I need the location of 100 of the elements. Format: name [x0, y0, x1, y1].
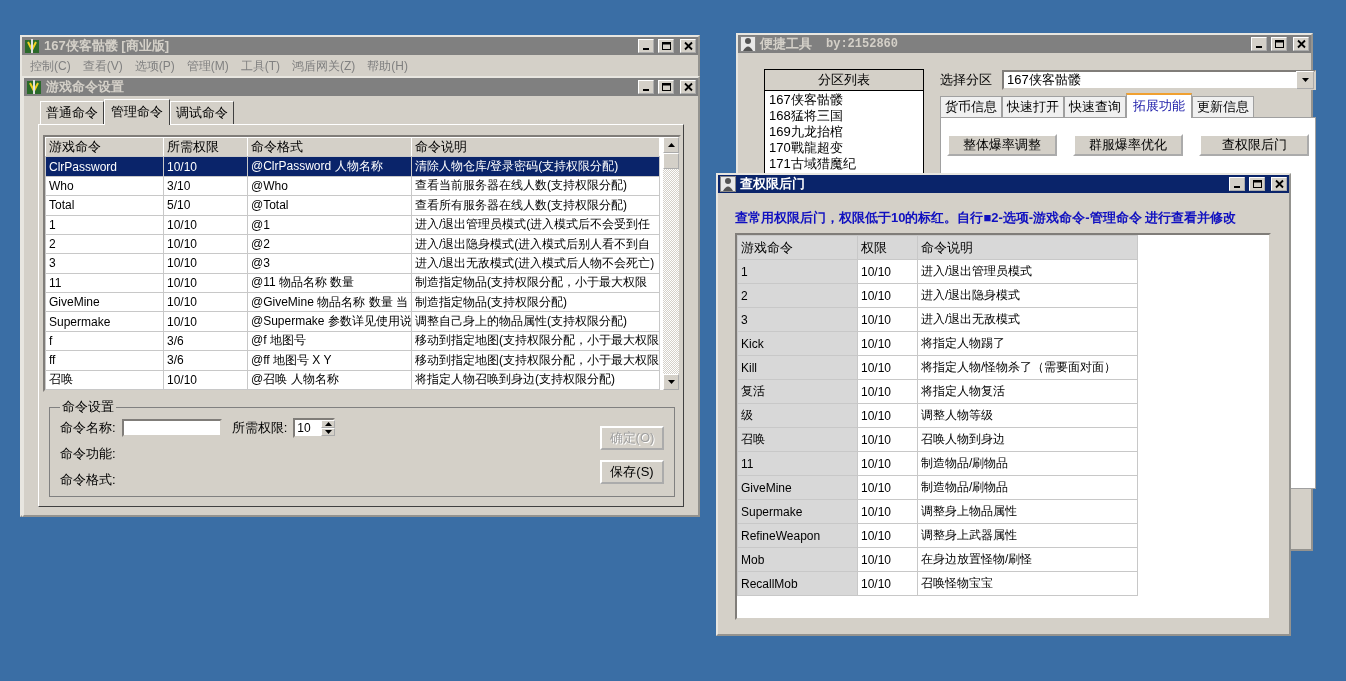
maximize-icon [1273, 39, 1285, 49]
table-row[interactable]: Total 5/10 @Total 查看所有服务器在线人数(支持权限分配) [45, 195, 660, 215]
up-arrow-icon [667, 143, 675, 147]
table-cell: 制造物品/刷物品 [917, 451, 1138, 476]
table-cell: 进入/退出管理员模式(进入模式后不会受到任 [411, 215, 660, 235]
tab[interactable]: 快速查询 [1064, 96, 1126, 117]
scroll-up-button[interactable] [663, 137, 679, 153]
input-field[interactable] [121, 419, 222, 437]
table-cell: 将指定人物召唤到身边(支持权限分配) [411, 370, 660, 390]
tab[interactable]: 管理命令 [104, 99, 170, 125]
tab[interactable]: 快速打开 [1002, 96, 1064, 117]
down-arrow-icon [667, 380, 675, 384]
window-title: 游戏命令设置 [46, 78, 124, 96]
scroll-down-button[interactable] [663, 374, 679, 390]
table-cell: Who [45, 176, 164, 196]
list-item[interactable]: 170戰龍超变 [765, 139, 923, 155]
tab[interactable]: 更新信息 [1192, 96, 1254, 117]
close-button[interactable] [1271, 177, 1287, 191]
action-button[interactable]: 整体爆率调整 [947, 134, 1057, 156]
table-cell: 10/10 [857, 259, 918, 284]
table-cell: 11 [45, 273, 164, 293]
table-cell: 1 [737, 259, 858, 284]
table-row[interactable]: ClrPassword 10/10 @ClrPassword 人物名称 清除人物仓库/登录密码(支持权限分配) [45, 156, 660, 177]
table-row[interactable]: f 3/6 @f 地图号 移动到指定地图(支持权限分配，小于最大权限 [45, 331, 660, 351]
maximize-icon [1251, 179, 1263, 189]
maximize-button[interactable] [658, 39, 674, 53]
table-cell: Total [45, 195, 164, 215]
table-cell: @1 [247, 215, 412, 235]
tab[interactable]: 调试命令 [170, 101, 234, 124]
table-row[interactable]: ff 3/6 @ff 地图号 X Y 移动到指定地图(支持权限分配，小于最大权限 [45, 350, 660, 370]
table-cell: 召唤怪物宝宝 [917, 571, 1138, 596]
table-cell: 召唤 [45, 370, 164, 390]
table-row[interactable]: 3 10/10 @3 进入/退出无敌模式(进入模式后人物不会死亡) [45, 253, 660, 274]
window-subtitle: by:2152860 [826, 37, 898, 51]
level-input-field[interactable]: 10 [295, 420, 322, 436]
list-item[interactable]: 167侠客骷髅 [765, 91, 923, 107]
table-row[interactable]: 召唤 10/10 @召唤 人物名称 将指定人物召唤到身边(支持权限分配) [45, 370, 660, 390]
table-row[interactable]: 2 10/10 @2 进入/退出隐身模式(进入模式后别人看不到自 [45, 234, 660, 254]
column-header[interactable]: 命令格式 [247, 137, 412, 157]
table-cell: 10/10 [857, 499, 918, 524]
tab[interactable]: 普通命令 [40, 101, 104, 124]
list-item[interactable]: 171古域猎魔纪 [765, 155, 923, 171]
table-cell: ff [45, 350, 164, 370]
table-cell: @GiveMine 物品名称 数量 当 [247, 292, 412, 312]
field-label: 命令格式: [60, 471, 116, 489]
spin-down-button[interactable] [321, 428, 336, 436]
table-row[interactable]: GiveMine 10/10 @GiveMine 物品名称 数量 当 制造指定物品(支持权限分配) [45, 292, 660, 312]
table-cell: 10/10 [163, 156, 248, 177]
table-row[interactable]: Who 3/10 @Who 查看当前服务器在线人数(支持权限分配) [45, 176, 660, 196]
maximize-button[interactable] [658, 80, 674, 94]
table-cell: 调整身上武器属性 [917, 523, 1138, 548]
column-header[interactable]: 游戏命令 [45, 137, 164, 157]
column-header[interactable]: 游戏命令 [737, 235, 858, 260]
table-cell: 将指定人物/怪物杀了（需要面对面） [917, 355, 1138, 380]
partition-dropdown[interactable]: 167侠客骷髅 [1002, 70, 1316, 90]
scrollbar-thumb[interactable] [663, 153, 679, 169]
table-cell: 10/10 [163, 253, 248, 274]
table-row[interactable]: 11 10/10 @11 物品名称 数量 制造指定物品(支持权限分配，小于最大权限 [45, 273, 660, 293]
up-arrow-icon [324, 422, 332, 426]
maximize-button[interactable] [1249, 177, 1265, 191]
table-cell: 10/10 [857, 283, 918, 308]
table-cell: ClrPassword [45, 156, 164, 177]
tab[interactable]: 拓展功能 [1126, 93, 1192, 118]
tab[interactable]: 货币信息 [940, 96, 1002, 117]
close-button[interactable] [1293, 37, 1309, 51]
table-cell: 3 [45, 253, 164, 274]
minimize-button[interactable] [638, 80, 654, 94]
close-icon [682, 82, 694, 92]
table-cell: 进入/退出隐身模式 [917, 283, 1138, 308]
column-header[interactable]: 命令说明 [917, 235, 1138, 260]
column-header[interactable]: 权限 [857, 235, 918, 260]
minimize-icon [1234, 186, 1240, 188]
minimize-button[interactable] [638, 39, 654, 53]
list-item[interactable]: 169九龙抬棺 [765, 123, 923, 139]
action-button[interactable]: 保存(S) [600, 460, 664, 484]
action-button[interactable]: 群服爆率优化 [1073, 134, 1183, 156]
table-cell: @Who [247, 176, 412, 196]
table-cell: GiveMine [737, 475, 858, 500]
table-cell: Kick [737, 331, 858, 356]
list-item[interactable]: 168猛将三国 [765, 107, 923, 123]
table-cell: Mob [737, 547, 858, 572]
minimize-button[interactable] [1229, 177, 1245, 191]
table-cell: Kill [737, 355, 858, 380]
table-row[interactable]: 1 10/10 @1 进入/退出管理员模式(进入模式后不会受到任 [45, 215, 660, 235]
spin-field[interactable]: 10 [293, 418, 336, 438]
close-button[interactable] [680, 80, 696, 94]
table-cell: 查看当前服务器在线人数(支持权限分配) [411, 176, 660, 196]
close-icon [682, 41, 694, 51]
column-header[interactable]: 所需权限 [163, 137, 248, 157]
minimize-button[interactable] [1251, 37, 1267, 51]
table-cell: 10/10 [163, 215, 248, 235]
maximize-button[interactable] [1271, 37, 1287, 51]
action-button[interactable]: 查权限后门 [1199, 134, 1309, 156]
field-label: 选择分区 [940, 71, 992, 89]
table-cell: 10/10 [857, 571, 918, 596]
close-button[interactable] [680, 39, 696, 53]
column-header[interactable]: 命令说明 [411, 137, 660, 157]
table-cell: 制造指定物品(支持权限分配，小于最大权限 [411, 273, 660, 293]
maximize-icon [660, 41, 672, 51]
table-cell: 复活 [737, 379, 858, 404]
